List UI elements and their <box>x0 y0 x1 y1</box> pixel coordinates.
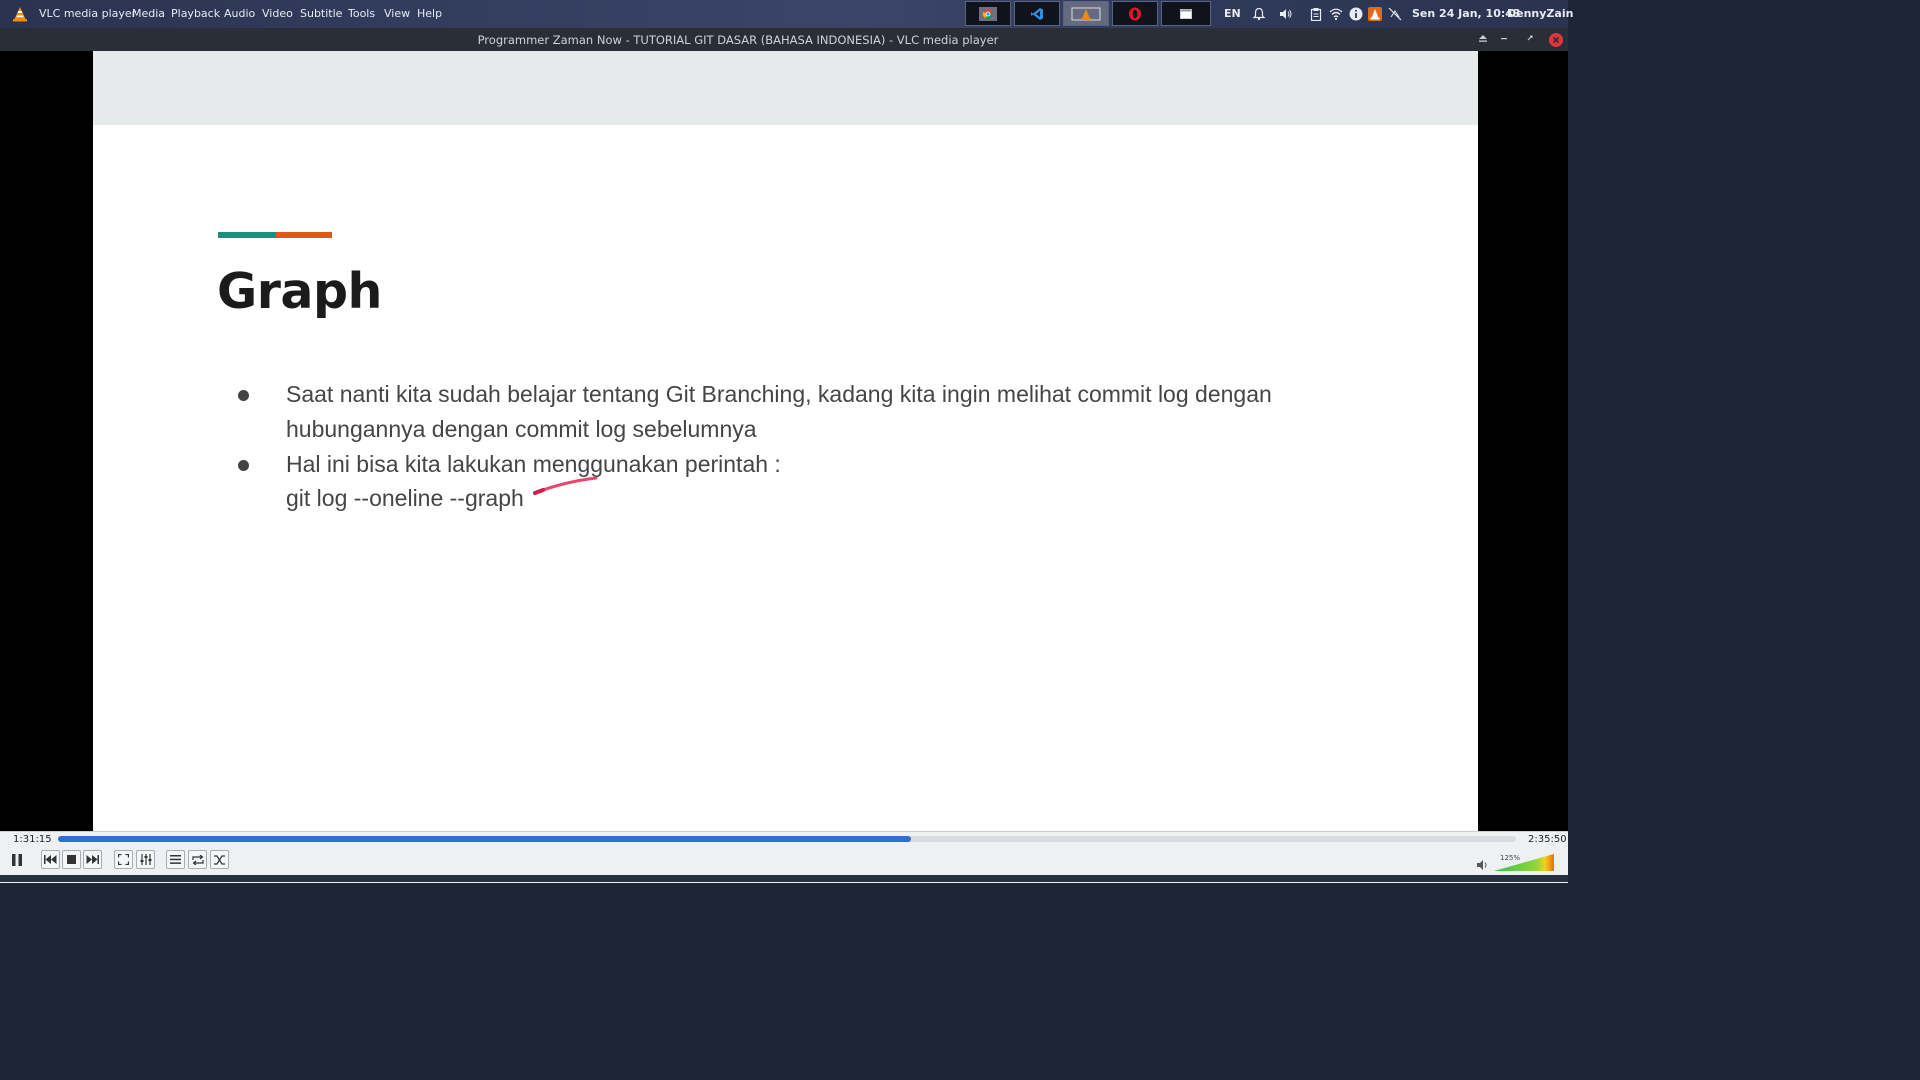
accent-bar-teal <box>218 232 276 238</box>
app-name: VLC media player <box>39 7 137 20</box>
slide-title: Graph <box>217 263 382 320</box>
desktop-strip <box>0 875 1568 882</box>
clock[interactable]: Sen 24 Jan, 10:43 <box>1412 7 1521 20</box>
menu-view[interactable]: View <box>384 7 410 20</box>
close-icon <box>1552 36 1560 44</box>
presentation-slide: Graph Saat nanti kita sudah belajar tent… <box>93 51 1478 831</box>
opera-icon <box>1129 7 1141 20</box>
menu-playback[interactable]: Playback <box>171 7 220 20</box>
bullet-dot <box>238 390 249 401</box>
slide-header-band <box>93 51 1478 125</box>
maximize-button[interactable] <box>1523 33 1537 47</box>
window-titlebar: Programmer Zaman Now - TUTORIAL GIT DASA… <box>0 28 1568 51</box>
bullet-2-line-2: git log --oneline --graph <box>286 485 524 511</box>
skip-back-icon <box>44 855 57 864</box>
network-off-icon[interactable] <box>1388 7 1402 21</box>
keyboard-layout[interactable]: EN <box>1224 7 1241 20</box>
volume-slider[interactable] <box>1494 854 1556 872</box>
window-title: Programmer Zaman Now - TUTORIAL GIT DASA… <box>477 33 999 47</box>
speaker-icon[interactable] <box>1279 7 1293 21</box>
eject-icon <box>1479 35 1487 42</box>
system-top-panel: VLC media player Media Playback Audio Vi… <box>0 0 1573 28</box>
minimize-button[interactable] <box>1497 33 1511 47</box>
task-chrome[interactable] <box>965 1 1011 26</box>
shuffle-icon <box>214 854 225 865</box>
task-window[interactable] <box>1161 1 1211 26</box>
wifi-icon[interactable] <box>1329 7 1343 21</box>
menu-media[interactable]: Media <box>132 7 165 20</box>
pen-annotation-stroke <box>533 476 598 495</box>
keep-above-button[interactable] <box>1476 33 1490 47</box>
stop-icon <box>67 855 76 864</box>
vlc-tray-icon[interactable] <box>1368 7 1382 21</box>
video-surface[interactable]: Graph Saat nanti kita sudah belajar tent… <box>0 51 1568 831</box>
chrome-icon <box>979 6 997 21</box>
elapsed-time[interactable]: 1:31:15 <box>13 834 52 845</box>
bullet-1-line-1: Saat nanti kita sudah belajar tentang Gi… <box>286 381 1272 407</box>
task-opera[interactable] <box>1112 1 1158 26</box>
user-name[interactable]: DennyZain <box>1507 7 1573 20</box>
playlist-button[interactable] <box>166 850 185 869</box>
fullscreen-button[interactable] <box>114 850 133 869</box>
menu-tools[interactable]: Tools <box>348 7 375 20</box>
fullscreen-icon <box>118 854 129 865</box>
menu-help[interactable]: Help <box>417 7 442 20</box>
restore-icon <box>1527 35 1533 41</box>
stop-button[interactable] <box>62 850 81 869</box>
vlc-icon <box>1071 7 1101 20</box>
total-time[interactable]: 2:35:50 <box>1528 834 1567 845</box>
pause-button[interactable] <box>7 850 27 869</box>
loop-button[interactable] <box>188 850 207 869</box>
task-vlc[interactable] <box>1063 1 1109 26</box>
clipboard-icon[interactable] <box>1309 7 1323 21</box>
pause-icon <box>12 853 22 866</box>
close-button[interactable] <box>1549 33 1563 47</box>
seek-progress <box>58 836 911 842</box>
menu-video[interactable]: Video <box>262 7 293 20</box>
volume-icon[interactable] <box>1477 859 1489 871</box>
extended-settings-button[interactable] <box>136 850 155 869</box>
window-icon <box>1180 8 1192 19</box>
bullet-dot <box>238 460 249 471</box>
next-button[interactable] <box>83 850 102 869</box>
minimize-icon <box>1501 38 1507 40</box>
shuffle-button[interactable] <box>210 850 229 869</box>
vlc-cone-icon[interactable] <box>12 6 28 22</box>
vscode-icon <box>1031 7 1043 20</box>
equalizer-icon <box>140 854 151 865</box>
skip-forward-icon <box>86 855 99 864</box>
accent-bar-orange <box>276 232 332 238</box>
menu-audio[interactable]: Audio <box>224 7 255 20</box>
seek-slider[interactable] <box>58 836 1516 842</box>
task-vscode[interactable] <box>1014 1 1060 26</box>
bullet-1-line-2: hubungannya dengan commit log sebelumnya <box>286 416 757 442</box>
loop-icon <box>191 854 204 865</box>
notification-bell-icon[interactable] <box>1252 7 1266 21</box>
playlist-icon <box>170 855 181 864</box>
previous-button[interactable] <box>41 850 60 869</box>
info-icon[interactable] <box>1349 7 1363 21</box>
menu-subtitle[interactable]: Subtitle <box>300 7 342 20</box>
